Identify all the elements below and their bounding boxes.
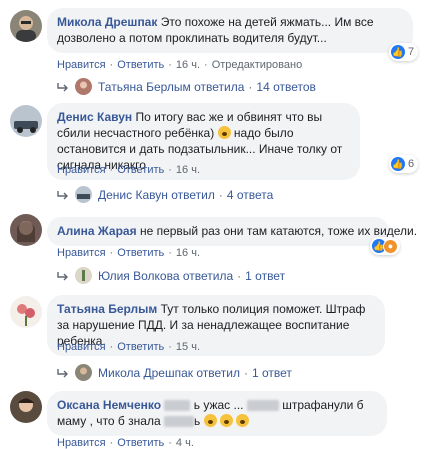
like-link[interactable]: Нравится xyxy=(57,164,106,176)
separator: · xyxy=(109,341,114,353)
separator: · xyxy=(168,59,172,71)
like-link[interactable]: Нравится xyxy=(57,247,106,259)
comment-actions: Нравится · Ответить · 16 ч. xyxy=(57,247,200,259)
reply-avatar xyxy=(75,78,92,95)
separator: · xyxy=(109,59,114,71)
avatar[interactable] xyxy=(10,391,42,423)
reply-count: 1 ответ xyxy=(252,365,292,380)
like-link[interactable]: Нравится xyxy=(57,59,106,71)
screaming-emoji-icon xyxy=(219,414,233,427)
reactions-summary[interactable]: 👍 6 xyxy=(389,155,419,173)
replies-link[interactable]: Микола Дрешпак ответил · 1 ответ xyxy=(57,364,292,381)
reactions-count: 6 xyxy=(408,158,415,170)
replies-link[interactable]: Татьяна Берлым ответила · 14 ответов xyxy=(57,78,316,95)
separator: · xyxy=(237,268,242,283)
censored-text xyxy=(246,400,279,412)
separator: · xyxy=(248,79,253,94)
screaming-emoji-icon xyxy=(236,414,250,427)
comment-text-end: ь xyxy=(193,414,201,428)
reactions-count: 7 xyxy=(408,46,415,58)
timestamp[interactable]: 16 ч. xyxy=(176,164,200,176)
comment-author[interactable]: Денис Кавун xyxy=(57,110,132,124)
reply-verb: ответил xyxy=(196,365,240,380)
timestamp[interactable]: 15 ч. xyxy=(176,341,200,353)
censored-text xyxy=(164,400,191,412)
censored-text xyxy=(163,416,194,428)
comment-author[interactable]: Алина Жарая xyxy=(57,224,137,238)
like-link[interactable]: Нравится xyxy=(57,341,106,353)
comment-actions: Нравится · Ответить · 16 ч. · Отредактир… xyxy=(57,59,302,71)
thumbs-up-icon: 👍 xyxy=(391,45,405,59)
reply-author: Микола Дрешпак xyxy=(98,365,194,380)
screaming-emoji-icon xyxy=(203,414,217,427)
reply-arrow-icon xyxy=(57,271,68,280)
comment-author[interactable]: Татьяна Берлым xyxy=(57,302,157,316)
reply-avatar xyxy=(75,267,92,284)
reply-author: Татьяна Берлым xyxy=(98,79,191,94)
comment-bubble: Алина Жарая не первый раз они там катают… xyxy=(47,217,417,246)
comment-bubble: Микола Дрешпак Это похоже на детей яжмат… xyxy=(47,8,413,53)
reply-verb: ответила xyxy=(194,79,245,94)
laughing-emoji-icon xyxy=(217,126,231,139)
separator: · xyxy=(204,59,208,71)
separator: · xyxy=(109,164,114,176)
reply-avatar xyxy=(75,364,92,381)
reply-link[interactable]: Ответить xyxy=(117,437,164,449)
reply-verb: ответила xyxy=(182,268,234,283)
separator: · xyxy=(168,247,172,259)
reply-link[interactable]: Ответить xyxy=(117,341,164,353)
separator: · xyxy=(168,164,172,176)
reply-link[interactable]: Ответить xyxy=(117,164,164,176)
reply-link[interactable]: Ответить xyxy=(117,59,164,71)
reply-arrow-icon xyxy=(57,82,68,91)
reactions-summary[interactable]: 👍 ● xyxy=(370,237,400,255)
comment-author[interactable]: Микола Дрешпак xyxy=(57,15,157,29)
replies-link[interactable]: Юлия Волкова ответила · 1 ответ xyxy=(57,267,285,284)
timestamp[interactable]: 4 ч. xyxy=(176,437,194,449)
separator: · xyxy=(168,437,172,449)
reply-arrow-icon xyxy=(57,190,68,199)
angry-reaction-icon: ● xyxy=(383,238,398,254)
reply-author: Денис Кавун xyxy=(98,187,168,202)
separator: · xyxy=(218,187,223,202)
comment-author[interactable]: Оксана Немченко xyxy=(57,398,161,412)
like-link[interactable]: Нравится xyxy=(57,437,106,449)
thumbs-up-icon: 👍 xyxy=(391,157,405,171)
comment-actions: Нравится · Ответить · 15 ч. xyxy=(57,341,200,353)
reply-link[interactable]: Ответить xyxy=(117,247,164,259)
replies-link[interactable]: Денис Кавун ответил · 4 ответа xyxy=(57,186,273,203)
avatar[interactable] xyxy=(10,10,42,42)
avatar[interactable] xyxy=(10,214,42,246)
reply-arrow-icon xyxy=(57,368,68,377)
reply-verb: ответил xyxy=(171,187,215,202)
timestamp[interactable]: 16 ч. xyxy=(176,247,200,259)
reply-avatar xyxy=(75,186,92,203)
comment-actions: Нравится · Ответить · 4 ч. xyxy=(57,437,194,449)
avatar[interactable] xyxy=(10,105,42,137)
comment-bubble: Оксана Немченко ь ужас ... штрафанули б … xyxy=(47,391,387,436)
comment-actions: Нравится · Ответить · 16 ч. xyxy=(57,164,200,176)
separator: · xyxy=(109,437,114,449)
reply-author: Юлия Волкова xyxy=(98,268,180,283)
comment-text: не первый раз они там катаются, тоже их … xyxy=(139,224,418,238)
edited-label: Отредактировано xyxy=(211,59,303,71)
comment-text: ь ужас ... xyxy=(193,398,244,412)
reply-count: 1 ответ xyxy=(245,268,286,283)
reply-count: 4 ответа xyxy=(226,187,274,202)
avatar[interactable] xyxy=(10,296,42,328)
separator: · xyxy=(244,365,248,380)
separator: · xyxy=(168,341,172,353)
reactions-summary[interactable]: 👍 7 xyxy=(389,43,419,61)
separator: · xyxy=(109,247,114,259)
timestamp[interactable]: 16 ч. xyxy=(176,59,200,71)
reply-count: 14 ответов xyxy=(256,79,316,94)
